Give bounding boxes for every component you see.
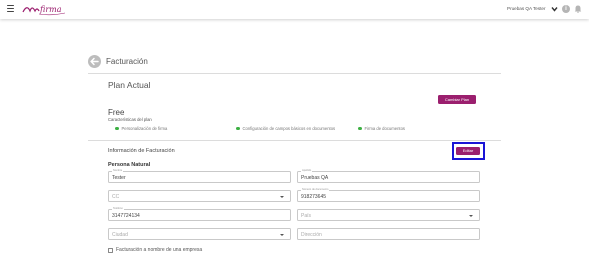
- svg-text:firma: firma: [39, 5, 62, 14]
- caret-down-icon: [280, 233, 284, 236]
- top-bar: firma Pruebas QA Tester i: [0, 0, 589, 19]
- company-billing-toggle[interactable]: Facturación a nombre de una empresa: [108, 247, 202, 253]
- divider: [88, 73, 501, 74]
- city-select[interactable]: Ciudad: [108, 228, 291, 240]
- check-dot-icon: [115, 126, 119, 131]
- person-type-title: Persona Natural: [108, 162, 151, 168]
- field-value: 918273645: [301, 194, 327, 200]
- mifirma-logo: firma: [22, 5, 66, 16]
- billing-title: Información de Facturación: [108, 148, 175, 154]
- divider: [88, 140, 501, 141]
- field-value: 3147724134: [112, 213, 140, 219]
- checkbox-label: Facturación a nombre de una empresa: [116, 247, 203, 253]
- plan-feature-label: Firma de documentos: [364, 126, 406, 131]
- last-name-field[interactable]: Apellido Pruebas QA: [297, 169, 480, 183]
- user-name[interactable]: Pruebas QA Tester: [507, 6, 545, 11]
- company-billing-checkbox[interactable]: [108, 247, 113, 253]
- field-label: Apellido: [301, 169, 313, 172]
- plan-feature: Personalización de firma: [115, 126, 167, 131]
- check-dot-icon: [236, 126, 240, 131]
- field-label: Nombre: [112, 169, 124, 172]
- page-title: Facturación: [106, 57, 148, 66]
- field-value: Pruebas QA: [301, 175, 329, 181]
- plan-feature-label: Configuración de campos básicos en docum…: [242, 126, 336, 131]
- menu-icon[interactable]: [7, 5, 14, 12]
- field-label: Número de documento: [301, 188, 330, 191]
- chevron-down-icon[interactable]: [551, 6, 558, 12]
- edit-button[interactable]: Editar: [456, 147, 480, 155]
- plan-feature-label: Personalización de firma: [121, 126, 168, 131]
- caret-down-icon: [469, 214, 473, 217]
- plan-subtitle: Características del plan: [108, 117, 152, 122]
- document-type-select[interactable]: CC: [108, 190, 291, 202]
- check-dot-icon: [358, 126, 362, 131]
- plan-feature: Firma de documentos: [358, 126, 405, 131]
- plan-feature: Configuración de campos básicos en docum…: [236, 126, 335, 131]
- caret-down-icon: [280, 195, 284, 198]
- country-select[interactable]: País: [297, 209, 480, 221]
- phone-field[interactable]: Teléfono 3147724134: [108, 207, 291, 221]
- plan-name: Free: [108, 108, 125, 117]
- address-field[interactable]: Dirección: [297, 228, 480, 240]
- info-icon[interactable]: i: [562, 5, 570, 13]
- field-placeholder: Dirección: [301, 232, 322, 238]
- field-label: Teléfono: [112, 207, 124, 210]
- field-placeholder: País: [301, 213, 312, 219]
- back-button[interactable]: [88, 55, 101, 68]
- plan-heading: Plan Actual: [108, 80, 151, 90]
- first-name-field[interactable]: Nombre Tester: [108, 169, 291, 183]
- field-value: Tester: [112, 175, 126, 181]
- document-number-field[interactable]: Número de documento 918273645: [297, 188, 480, 202]
- field-value: CC: [112, 194, 120, 200]
- arrow-left-icon: [90, 57, 99, 66]
- bell-icon[interactable]: [574, 5, 582, 13]
- change-plan-button[interactable]: Cambiar Plan: [438, 95, 476, 104]
- field-placeholder: Ciudad: [112, 232, 128, 238]
